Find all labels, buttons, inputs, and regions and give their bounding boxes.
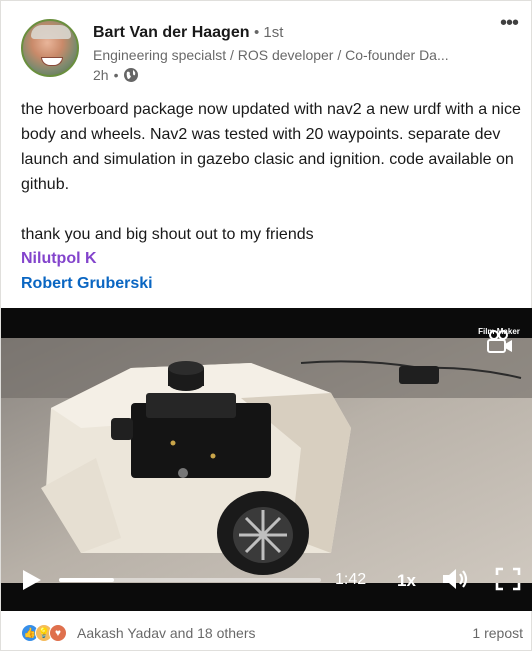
reposts-count[interactable]: 1 repost	[472, 625, 523, 641]
avatar-smile	[41, 57, 63, 66]
mention-link[interactable]: Nilutpol K	[21, 250, 97, 268]
video-player[interactable]	[1, 308, 532, 611]
author-headline[interactable]: Engineering specialst / ROS developer / …	[93, 47, 483, 63]
fullscreen-icon[interactable]	[495, 567, 521, 591]
post-card: Bart Van der Haagen • 1st Engineering sp…	[0, 0, 532, 651]
post-time: 2h	[93, 67, 109, 83]
video-progress-fill	[59, 578, 115, 582]
author-name-row: Bart Van der Haagen • 1st	[93, 24, 283, 42]
avatar-hair	[31, 25, 71, 39]
video-watermark: Film Maker	[478, 327, 520, 336]
video-duration: 1:42	[335, 571, 367, 588]
post-paragraph: thank you and big shout out to my friend…	[21, 226, 314, 243]
post-spacer	[21, 197, 521, 222]
author-avatar[interactable]	[21, 19, 79, 77]
connection-degree: • 1st	[253, 24, 284, 41]
mention-link[interactable]: Robert Gruberski	[21, 275, 153, 293]
reaction-icons[interactable]: 👍 💡 ♥	[21, 624, 67, 642]
social-counts: 👍 💡 ♥ Aakash Yadav and 18 others 1 repos…	[21, 621, 523, 645]
video-progress-bar[interactable]	[59, 578, 321, 582]
play-icon[interactable]	[19, 568, 45, 592]
globe-icon	[124, 68, 139, 82]
playback-speed-button[interactable]: 1x	[397, 571, 416, 591]
post-meta: 2h •	[93, 67, 139, 83]
post-body: the hoverboard package now updated with …	[21, 97, 521, 247]
video-frame	[1, 338, 532, 583]
meta-separator: •	[113, 67, 119, 83]
more-options-icon[interactable]: •••	[497, 13, 521, 39]
reactions-summary[interactable]: Aakash Yadav and 18 others	[77, 625, 256, 641]
author-name[interactable]: Bart Van der Haagen	[93, 24, 250, 41]
volume-icon[interactable]	[441, 567, 471, 591]
love-icon: ♥	[49, 624, 67, 642]
post-paragraph: the hoverboard package now updated with …	[21, 101, 521, 193]
